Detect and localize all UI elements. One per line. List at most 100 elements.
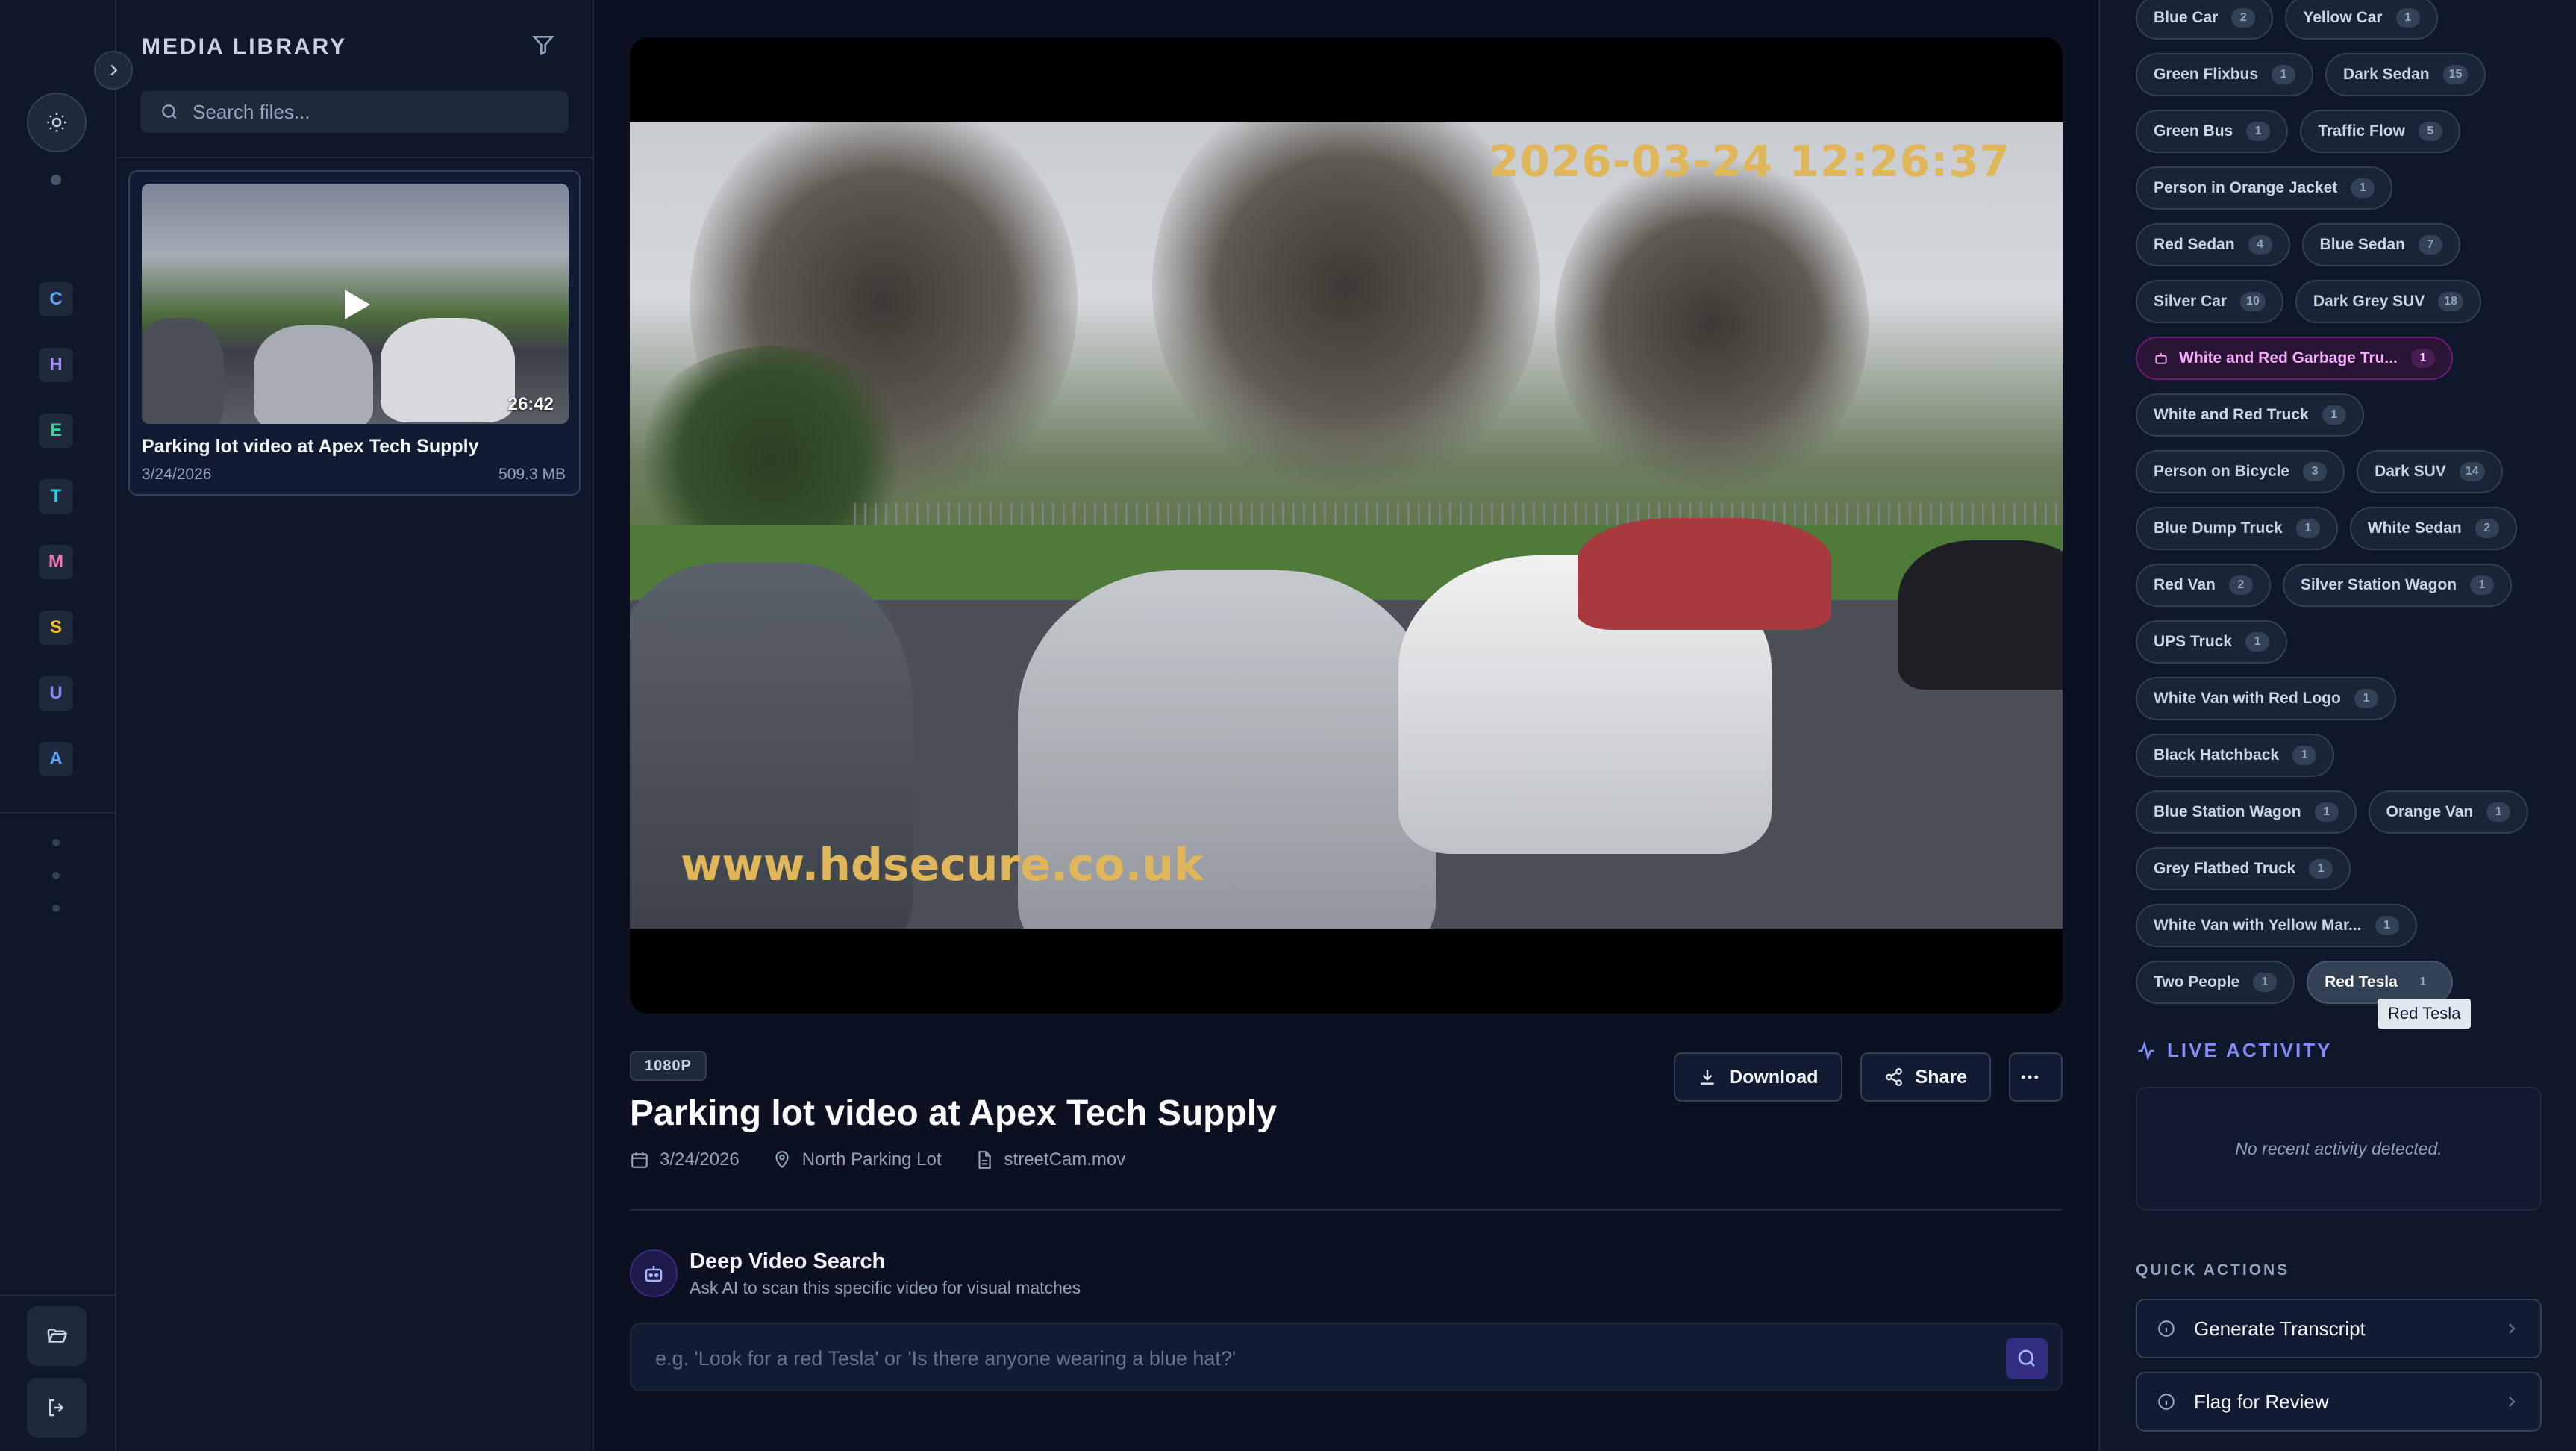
media-item-card[interactable]: 26:42 Parking lot video at Apex Tech Sup… xyxy=(128,170,581,496)
tag-chip[interactable]: Red Tesla 1 xyxy=(2307,961,2453,1004)
filter-icon xyxy=(532,36,554,56)
tag-chip[interactable]: Person in Orange Jacket 1 xyxy=(2136,166,2393,210)
tag-label: Red Tesla xyxy=(2325,973,2398,990)
tag-count: 2 xyxy=(2231,8,2256,28)
generate-transcript-label: Generate Transcript xyxy=(2194,1317,2366,1340)
video-watermark: www.hdsecure.co.uk xyxy=(681,839,1204,891)
nav-rail: CHETMSUA xyxy=(0,0,116,1451)
rail-nav-item[interactable]: U xyxy=(39,676,73,711)
tag-chip[interactable]: Dark SUV 14 xyxy=(2357,450,2503,493)
tag-chip[interactable]: Red Sedan 4 xyxy=(2136,223,2290,266)
chevron-right-icon xyxy=(110,64,118,76)
folder-button[interactable] xyxy=(27,1306,87,1366)
logout-icon xyxy=(49,1399,64,1417)
tag-chip[interactable]: Dark Sedan 15 xyxy=(2325,53,2486,96)
tag-chip[interactable]: UPS Truck 1 xyxy=(2136,620,2288,664)
tag-count: 18 xyxy=(2438,292,2464,311)
tag-chip[interactable]: Blue Station Wagon 1 xyxy=(2136,790,2357,834)
meta-file: streetCam.mov xyxy=(975,1149,1125,1170)
video-player[interactable]: 2026-03-24 12:26:37 www.hdsecure.co.uk xyxy=(630,37,2063,1014)
tag-row: Red Van 2 Silver Station Wagon 1 xyxy=(2136,557,2554,614)
live-activity-empty: No recent activity detected. xyxy=(2235,1138,2442,1158)
tag-row: UPS Truck 1 xyxy=(2136,614,2554,670)
logout-button[interactable] xyxy=(27,1378,87,1438)
tag-chip[interactable]: Red Van 2 xyxy=(2136,564,2271,607)
download-button[interactable]: Download xyxy=(1674,1052,1842,1102)
tag-chip[interactable]: Black Hatchback 1 xyxy=(2136,734,2335,777)
tag-count: 1 xyxy=(2354,689,2378,708)
tag-count: 1 xyxy=(2314,802,2339,822)
deep-search-input[interactable] xyxy=(655,1341,1969,1376)
bot-icon xyxy=(2155,353,2167,364)
video-timestamp: 2026-03-24 12:26:37 xyxy=(1489,136,2010,187)
theme-toggle-button[interactable] xyxy=(27,93,87,152)
tag-label: Yellow Car xyxy=(2303,9,2383,26)
tag-count: 7 xyxy=(2418,235,2442,255)
tag-count: 1 xyxy=(2470,575,2495,595)
tag-count: 2 xyxy=(2475,519,2499,538)
status-dot xyxy=(51,175,61,185)
tag-label: Blue Sedan xyxy=(2319,236,2405,253)
tag-chip[interactable]: Silver Station Wagon 1 xyxy=(2282,564,2513,607)
share-label: Share xyxy=(1915,1066,1967,1088)
tag-chip[interactable]: Blue Dump Truck 1 xyxy=(2136,507,2338,550)
flag-for-review-button[interactable]: Flag for Review xyxy=(2136,1372,2542,1432)
tag-chip[interactable]: Yellow Car 1 xyxy=(2285,0,2438,40)
rail-dot xyxy=(52,872,60,879)
tag-label: Green Bus xyxy=(2154,122,2233,140)
detected-tags: Blue Car 2 Yellow Car 1 Green Flixbus 1 Dark S… xyxy=(2136,0,2554,1011)
media-library-panel: MEDIA LIBRARY 26:42 Parking lot video at… xyxy=(116,0,594,1451)
video-meta: 3/24/2026 North Parking Lot streetCam.mo… xyxy=(630,1149,1158,1170)
tag-chip[interactable]: Person on Bicycle 3 xyxy=(2136,450,2345,493)
tag-chip[interactable]: Traffic Flow 5 xyxy=(2300,110,2460,153)
tag-chip[interactable]: Green Bus 1 xyxy=(2136,110,2289,153)
video-title: Parking lot video at Apex Tech Supply xyxy=(630,1093,1277,1133)
scene-tree xyxy=(1152,122,1540,496)
tag-chip[interactable]: Blue Sedan 7 xyxy=(2301,223,2460,266)
tag-chip[interactable]: White and Red Truck 1 xyxy=(2136,393,2364,437)
tag-count: 1 xyxy=(2322,405,2346,425)
rail-nav-item[interactable]: T xyxy=(39,479,73,514)
video-frame[interactable]: 2026-03-24 12:26:37 www.hdsecure.co.uk xyxy=(630,122,2063,929)
app-root: CHETMSUA MEDIA LIBRARY 26:42 Parking lot… xyxy=(0,0,2576,1451)
tag-label: White and Red Garbage Tru... xyxy=(2179,349,2398,366)
tag-tooltip: Red Tesla xyxy=(2378,999,2472,1029)
rail-nav-item[interactable]: H xyxy=(39,348,73,382)
rail-nav-item[interactable]: C xyxy=(39,282,73,316)
rail-nav-item[interactable]: A xyxy=(39,742,73,776)
tag-chip[interactable]: Dark Grey SUV 18 xyxy=(2295,280,2482,323)
tag-label: Dark SUV xyxy=(2375,463,2446,480)
deep-search-box[interactable] xyxy=(630,1323,2063,1391)
more-options-button[interactable] xyxy=(2009,1052,2063,1102)
rail-nav-item[interactable]: E xyxy=(39,414,73,448)
tag-chip[interactable]: Two People 1 xyxy=(2136,961,2295,1004)
tag-label: White Van with Yellow Mar... xyxy=(2154,917,2362,934)
tag-chip[interactable]: Orange Van 1 xyxy=(2368,790,2529,834)
tag-label: White and Red Truck xyxy=(2154,406,2309,423)
collapse-sidebar-button[interactable] xyxy=(94,51,133,90)
deep-search-submit-button[interactable] xyxy=(2006,1338,2048,1379)
generate-transcript-button[interactable]: Generate Transcript xyxy=(2136,1299,2542,1358)
tag-chip[interactable]: White Van with Yellow Mar... 1 xyxy=(2136,904,2417,947)
tag-chip[interactable]: White Van with Red Logo 1 xyxy=(2136,677,2396,720)
calendar-icon xyxy=(631,1152,648,1168)
filter-button[interactable] xyxy=(531,33,555,60)
video-thumbnail[interactable]: 26:42 xyxy=(142,184,569,424)
tag-chip[interactable]: White Sedan 2 xyxy=(2349,507,2517,550)
play-icon[interactable] xyxy=(342,288,372,321)
media-search[interactable] xyxy=(140,91,569,133)
tag-chip[interactable]: Green Flixbus 1 xyxy=(2136,53,2314,96)
share-button[interactable]: Share xyxy=(1860,1052,1991,1102)
tag-chip[interactable]: Blue Car 2 xyxy=(2136,0,2274,40)
tag-chip[interactable]: White and Red Garbage Tru... 1 xyxy=(2136,337,2453,380)
media-search-input[interactable] xyxy=(193,100,551,124)
rail-nav-item[interactable]: S xyxy=(39,611,73,645)
tag-row: Green Flixbus 1 Dark Sedan 15 xyxy=(2136,46,2554,103)
tag-count: 1 xyxy=(2486,802,2511,822)
tag-row: Black Hatchback 1 xyxy=(2136,727,2554,784)
tag-chip[interactable]: Silver Car 10 xyxy=(2136,280,2283,323)
rail-nav-item[interactable]: M xyxy=(39,545,73,579)
tag-count: 1 xyxy=(2351,178,2375,198)
tag-row: White Van with Yellow Mar... 1 xyxy=(2136,897,2554,954)
tag-chip[interactable]: Grey Flatbed Truck 1 xyxy=(2136,847,2351,890)
